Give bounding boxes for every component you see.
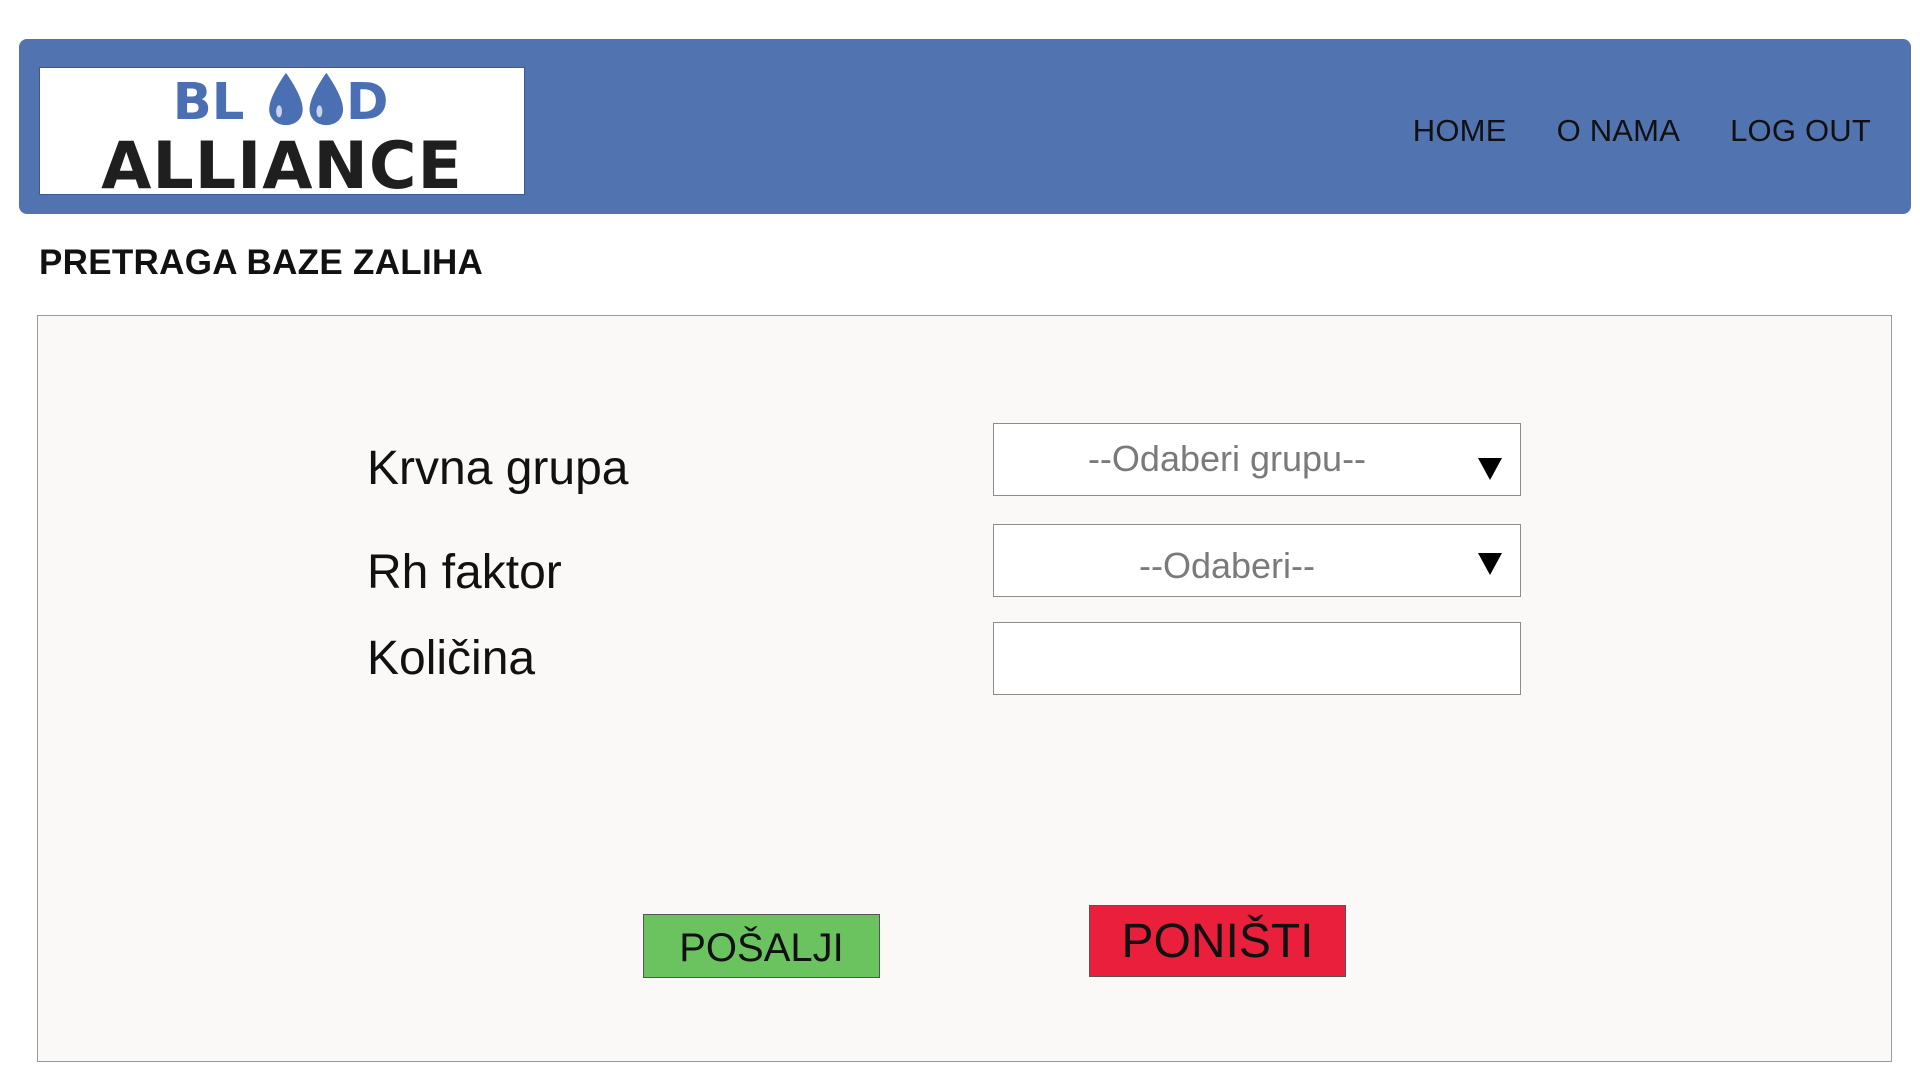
dropdown-arrow-icon xyxy=(1478,553,1502,575)
blood-group-label: Krvna grupa xyxy=(367,442,629,495)
rh-factor-select[interactable]: --Odaberi-- xyxy=(993,524,1521,597)
submit-button[interactable]: POŠALJI xyxy=(643,914,880,978)
logo-text-d: D xyxy=(346,72,388,132)
search-form-panel: Krvna grupa --Odaberi grupu-- Rh faktor … xyxy=(37,315,1892,1062)
blood-drop-icon xyxy=(269,72,303,126)
reset-button[interactable]: PONIŠTI xyxy=(1089,905,1346,977)
blood-group-placeholder: --Odaberi grupu-- xyxy=(1087,438,1367,479)
quantity-input[interactable] xyxy=(993,622,1521,695)
page-title: PRETRAGA BAZE ZALIHA xyxy=(39,243,484,282)
main-nav: HOME O NAMA LOG OUT xyxy=(1363,113,1871,149)
rh-factor-label: Rh faktor xyxy=(367,546,562,599)
blood-alliance-logo[interactable]: BL D ALLIANCE xyxy=(39,67,525,195)
quantity-label: Količina xyxy=(367,632,536,685)
nav-logout-link[interactable]: LOG OUT xyxy=(1730,113,1871,149)
logo-graphic: BL D ALLIANCE xyxy=(101,72,463,194)
dropdown-arrow-icon xyxy=(1478,458,1502,480)
blood-drop-icon xyxy=(309,72,344,126)
blood-group-select[interactable]: --Odaberi grupu-- xyxy=(993,423,1521,496)
logo-text-alliance: ALLIANCE xyxy=(101,129,463,194)
rh-factor-placeholder: --Odaberi-- xyxy=(1138,545,1316,586)
logo-text-blood: BL xyxy=(173,72,245,132)
top-header: BL D ALLIANCE HOME O NAMA LOG OUT xyxy=(19,39,1911,214)
nav-home-link[interactable]: HOME xyxy=(1413,113,1507,149)
nav-about-link[interactable]: O NAMA xyxy=(1557,113,1681,149)
